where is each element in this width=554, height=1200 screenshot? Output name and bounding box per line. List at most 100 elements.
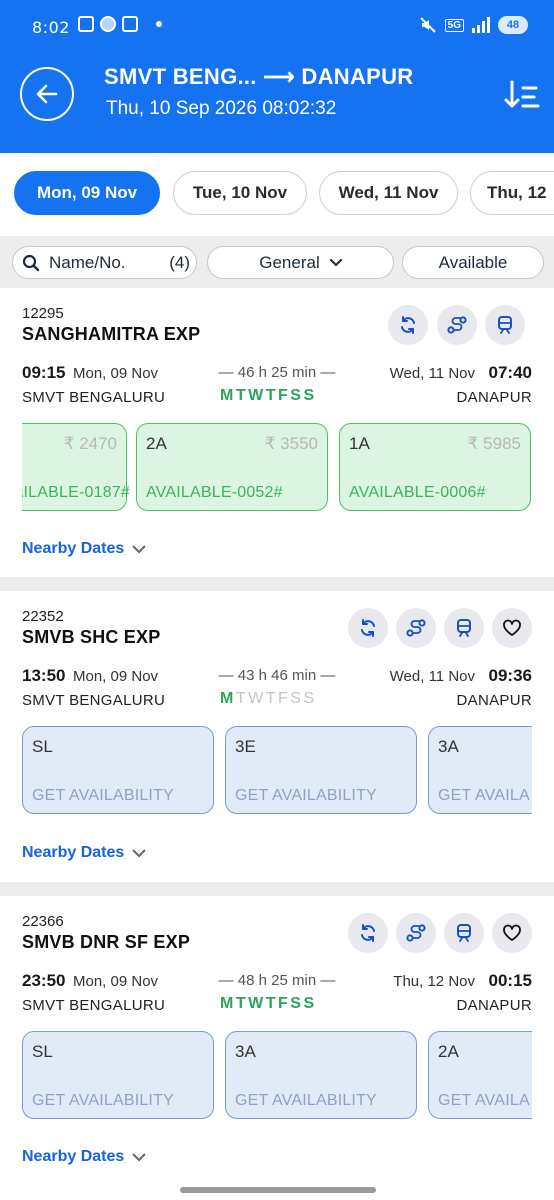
search-datetime: Thu, 10 Sep 2026 08:02:32	[106, 98, 337, 119]
refresh-icon	[361, 924, 375, 942]
nearby-dates-toggle[interactable]: Nearby Dates	[22, 844, 146, 862]
status-bar: 8:02 5G 48	[0, 14, 554, 44]
date-tab-wed-11-nov[interactable]: Wed, 11 Nov	[319, 171, 458, 215]
train-card: 22366 SMVB DNR SF EXP 23:50 Mon, 09 Nov …	[0, 896, 554, 1200]
class-card-3a[interactable]: 3A GET AVAILABILITY	[225, 1031, 417, 1119]
day-1: T	[235, 995, 249, 1012]
running-days: MTWTFSS	[220, 995, 317, 1013]
day-4: F	[278, 690, 291, 707]
favorite-button[interactable]	[492, 913, 532, 953]
search-label: Name/No.	[49, 252, 126, 272]
train-name: SANGHAMITRA EXP	[22, 324, 201, 344]
refresh-button[interactable]	[348, 608, 388, 648]
class-code: SL	[32, 1042, 53, 1061]
mute-icon	[419, 17, 436, 33]
class-card-sl[interactable]: SL GET AVAILABILITY	[22, 1031, 214, 1119]
refresh-icon	[361, 619, 375, 637]
class-availability-list: SL GET AVAILABILITY 3E GET AVAILABILITY …	[22, 724, 532, 818]
get-availability-link: GET AVAILA	[438, 1092, 530, 1109]
availability-filter[interactable]: Available	[402, 246, 544, 279]
date-tab-tue-10-nov[interactable]: Tue, 10 Nov	[173, 171, 307, 215]
nearby-dates-toggle[interactable]: Nearby Dates	[22, 1148, 146, 1166]
favorite-button[interactable]	[492, 608, 532, 648]
departure-date: Mon, 09 Nov	[73, 668, 159, 685]
running-days: MTWTFSS	[220, 387, 317, 405]
class-status: AVAILABLE-0187#	[22, 484, 130, 501]
day-5: S	[290, 387, 304, 404]
results-area: Mon, 09 Nov Tue, 10 Nov Wed, 11 Nov Thu,…	[0, 153, 554, 1200]
class-card[interactable]: ₹ 2470 AVAILABLE-0187#	[22, 423, 130, 511]
get-availability-link: GET AVAILABILITY	[235, 1092, 377, 1109]
chevron-down-icon	[132, 544, 146, 553]
train-icon	[457, 924, 471, 942]
coach-position-button[interactable]	[485, 305, 525, 345]
class-card-3a[interactable]: 3A GET AVAILA	[428, 726, 532, 814]
to-station: DANAPUR	[456, 389, 532, 406]
arrow-left-icon	[36, 84, 58, 104]
train-name: SMVB DNR SF EXP	[22, 932, 191, 952]
sort-button[interactable]	[504, 78, 540, 112]
class-status: AVAILABLE-0052#	[146, 484, 283, 501]
get-availability-link: GET AVAILA	[438, 787, 530, 804]
system-icons: 5G 48	[419, 16, 528, 34]
date-tab-mon-09-nov[interactable]: Mon, 09 Nov	[14, 171, 160, 215]
running-days: MTWTFSS	[220, 690, 317, 708]
class-card-sl[interactable]: SL GET AVAILABILITY	[22, 726, 214, 814]
class-card-2a[interactable]: 2A GET AVAILA	[428, 1031, 532, 1119]
class-code: 2A	[438, 1042, 459, 1061]
back-button[interactable]	[20, 67, 74, 121]
day-1: T	[235, 690, 249, 707]
refresh-button[interactable]	[388, 305, 428, 345]
departure-time: 13:50	[22, 666, 66, 685]
day-3: T	[265, 387, 278, 404]
status-time: 8:02	[32, 18, 70, 37]
class-card-3e[interactable]: 3E GET AVAILABILITY	[225, 726, 417, 814]
quota-dropdown[interactable]: General	[207, 246, 394, 279]
route-icon	[406, 619, 426, 637]
coach-position-button[interactable]	[444, 913, 484, 953]
coach-position-button[interactable]	[444, 608, 484, 648]
journey-duration: — 46 h 25 min —	[218, 364, 336, 381]
station-row: SMVT BENGALURU MTWTFSS DANAPUR	[22, 387, 532, 409]
route-button[interactable]	[437, 305, 477, 345]
chevron-down-icon	[329, 258, 342, 266]
refresh-button[interactable]	[348, 913, 388, 953]
nearby-dates-toggle[interactable]: Nearby Dates	[22, 540, 146, 558]
day-4: F	[278, 995, 291, 1012]
screenshot-icon	[78, 16, 94, 32]
day-6: S	[303, 690, 317, 707]
search-filter[interactable]: Name/No. (4)	[12, 246, 197, 279]
date-tab-thu-12[interactable]: Thu, 12	[470, 171, 554, 215]
search-count: (4)	[169, 252, 190, 272]
dot-icon	[156, 21, 162, 27]
day-2: W	[248, 690, 266, 707]
nearby-dates-label: Nearby Dates	[22, 540, 125, 557]
home-indicator[interactable]	[180, 1187, 376, 1193]
day-6: S	[303, 995, 317, 1012]
day-1: T	[235, 387, 249, 404]
class-card-1a[interactable]: 1A ₹ 5985 AVAILABLE-0006#	[339, 423, 531, 511]
to-station: DANAPUR	[456, 692, 532, 709]
class-code: 3A	[438, 737, 459, 756]
search-icon	[22, 254, 40, 271]
train-icon	[457, 619, 471, 637]
signal-icon	[472, 17, 490, 33]
day-2: W	[248, 995, 266, 1012]
train-number: 12295	[22, 305, 64, 322]
route-button[interactable]	[396, 913, 436, 953]
day-4: F	[278, 387, 291, 404]
chevron-down-icon	[132, 848, 146, 857]
route-icon	[447, 316, 467, 334]
train-name: SMVB SHC EXP	[22, 627, 161, 647]
train-notification-icon	[122, 16, 138, 32]
arrival-date: Wed, 11 Nov	[389, 668, 475, 685]
day-0: M	[220, 995, 236, 1012]
class-status: AVAILABLE-0006#	[349, 484, 486, 501]
timing-row: 13:50 Mon, 09 Nov — 43 h 46 min — Wed, 1…	[22, 666, 532, 688]
arrival-time: 00:15	[488, 971, 532, 990]
nearby-dates-label: Nearby Dates	[22, 844, 125, 861]
route-button[interactable]	[396, 608, 436, 648]
class-code: 3E	[235, 737, 256, 756]
timing-row: 09:15 Mon, 09 Nov — 46 h 25 min — Wed, 1…	[22, 363, 532, 385]
class-card-2a[interactable]: 2A ₹ 3550 AVAILABLE-0052#	[136, 423, 328, 511]
